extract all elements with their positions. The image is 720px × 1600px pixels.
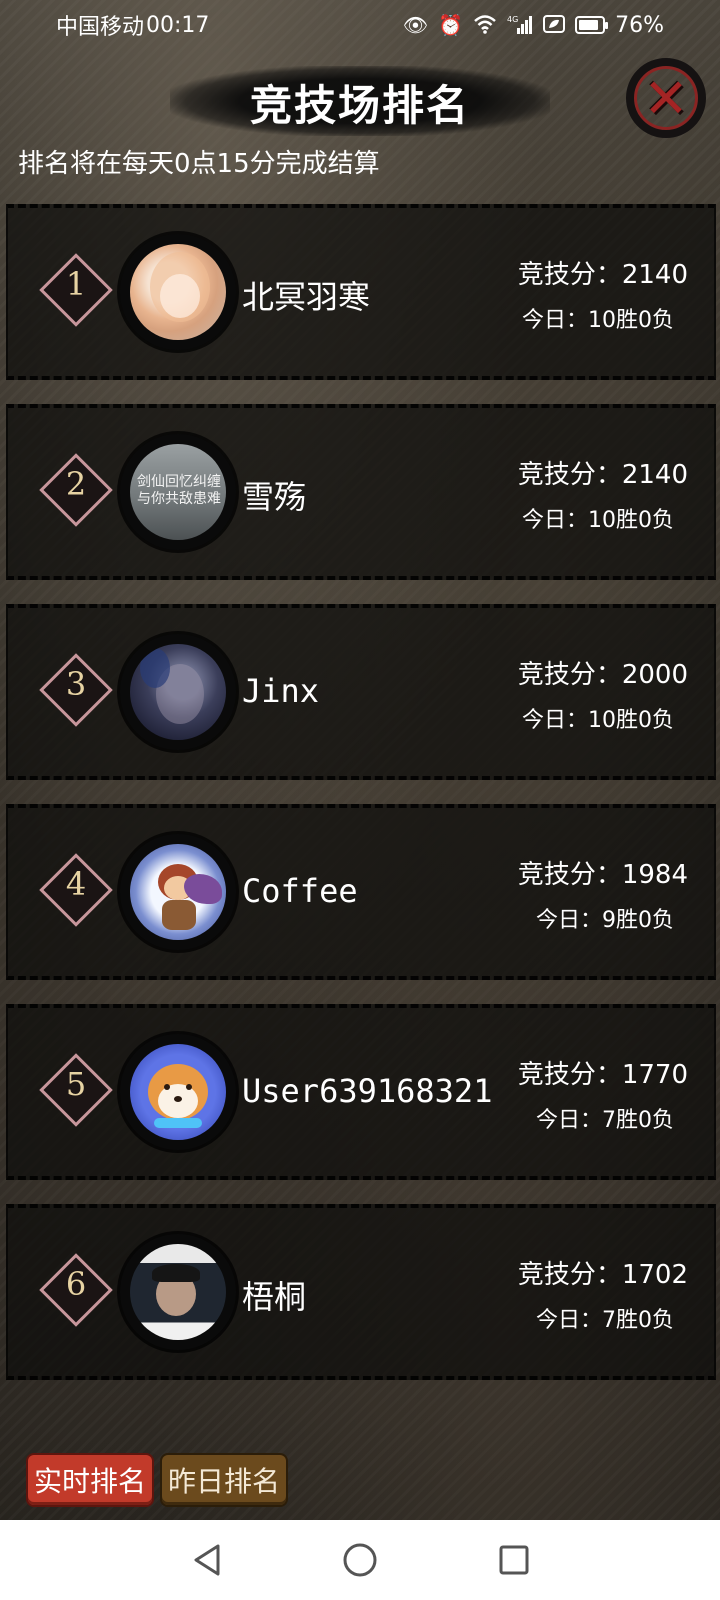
today-record: 今日：10胜0负 [522,708,674,733]
eye-icon: 👁 [402,13,429,37]
system-nav-bar [0,1520,720,1600]
signal-label: 4G [507,15,518,24]
avatar-frame [120,634,236,750]
arena-score: 竞技分：1984 [517,860,688,890]
status-right: 👁 ⏰ 4G 76% [403,13,664,38]
arena-score: 竞技分：2140 [517,260,688,290]
arena-score: 竞技分：2000 [517,660,688,690]
avatar-frame: 剑仙回忆纠缠与你共敌患难 [120,434,236,550]
tab-yesterday-ranking[interactable]: 昨日排名 [162,1455,286,1505]
rank-number: 4 [65,865,87,903]
player-name: 北冥羽寒 [242,278,371,316]
avatar-frame [120,1034,236,1150]
battery-percent: 76% [615,12,664,38]
signal-icon: 4G [507,14,533,37]
avatar-caption: 剑仙回忆纠缠与你共敌患难 [137,474,221,507]
home-icon[interactable] [338,1538,382,1582]
rank-row-2[interactable]: 2 剑仙回忆纠缠与你共敌患难 雪殇 竞技分：2140 今日：10胜0负 [6,404,716,580]
battery-icon [575,16,609,34]
close-button[interactable]: ✕ [620,52,712,144]
eco-icon [543,14,566,37]
player-name: Jinx [242,672,320,710]
tab-realtime-ranking[interactable]: 实时排名 [28,1455,152,1505]
rank-row-4[interactable]: 4 Coffee 竞技分：1984 今日：9胜0负 [6,804,716,980]
rank-number: 1 [65,265,87,303]
today-record: 今日：10胜0负 [522,508,674,533]
rank-row-1[interactable]: 1 北冥羽寒 竞技分：2140 今日：10胜0负 [6,204,716,380]
player-name: Coffee [242,872,358,910]
today-record: 今日：7胜0负 [536,1108,674,1133]
arena-score: 竞技分：1702 [517,1260,688,1290]
player-name: User639168321 [242,1072,493,1110]
avatar[interactable]: 剑仙回忆纠缠与你共敌患难 [130,444,226,540]
avatar[interactable] [130,1044,226,1140]
avatar[interactable] [130,644,226,740]
today-record: 今日：9胜0负 [536,908,674,933]
rank-row-3[interactable]: 3 Jinx 竞技分：2000 今日：10胜0负 [6,604,716,780]
rank-number: 3 [65,665,87,703]
rank-row-5[interactable]: 5 User639168321 竞技分：1770 今日：7胜0负 [6,1004,716,1180]
avatar[interactable] [130,844,226,940]
alarm-icon: ⏰ [438,13,464,37]
clock: 00:17 [146,12,210,38]
carrier-label: 中国移动 [56,15,145,40]
arena-score: 竞技分：1770 [517,1060,688,1090]
rank-number: 6 [65,1265,87,1303]
avatar-frame [120,234,236,350]
player-name: 梧桐 [242,1278,307,1316]
avatar-frame [120,1234,236,1350]
avatar[interactable] [130,244,226,340]
avatar-frame [120,834,236,950]
rank-number: 2 [65,465,87,503]
avatar[interactable] [130,1244,226,1340]
back-icon[interactable] [186,1538,230,1582]
settlement-note: 排名将在每天0点15分完成结算 [18,149,380,179]
close-icon: ✕ [643,66,689,130]
recent-apps-icon[interactable] [492,1538,536,1582]
rank-row-6[interactable]: 6 梧桐 竞技分：1702 今日：7胜0负 [6,1204,716,1380]
today-record: 今日：7胜0负 [536,1308,674,1333]
arena-score: 竞技分：2140 [517,460,688,490]
today-record: 今日：10胜0负 [522,308,674,333]
status-left: 中国移动 00:17 [56,9,209,41]
rank-number: 5 [65,1065,87,1103]
status-bar: 中国移动 00:17 👁 ⏰ 4G 76% [0,0,720,50]
wifi-icon [473,14,497,37]
player-name: 雪殇 [242,478,307,516]
page-title: 竞技场排名 [249,81,470,130]
